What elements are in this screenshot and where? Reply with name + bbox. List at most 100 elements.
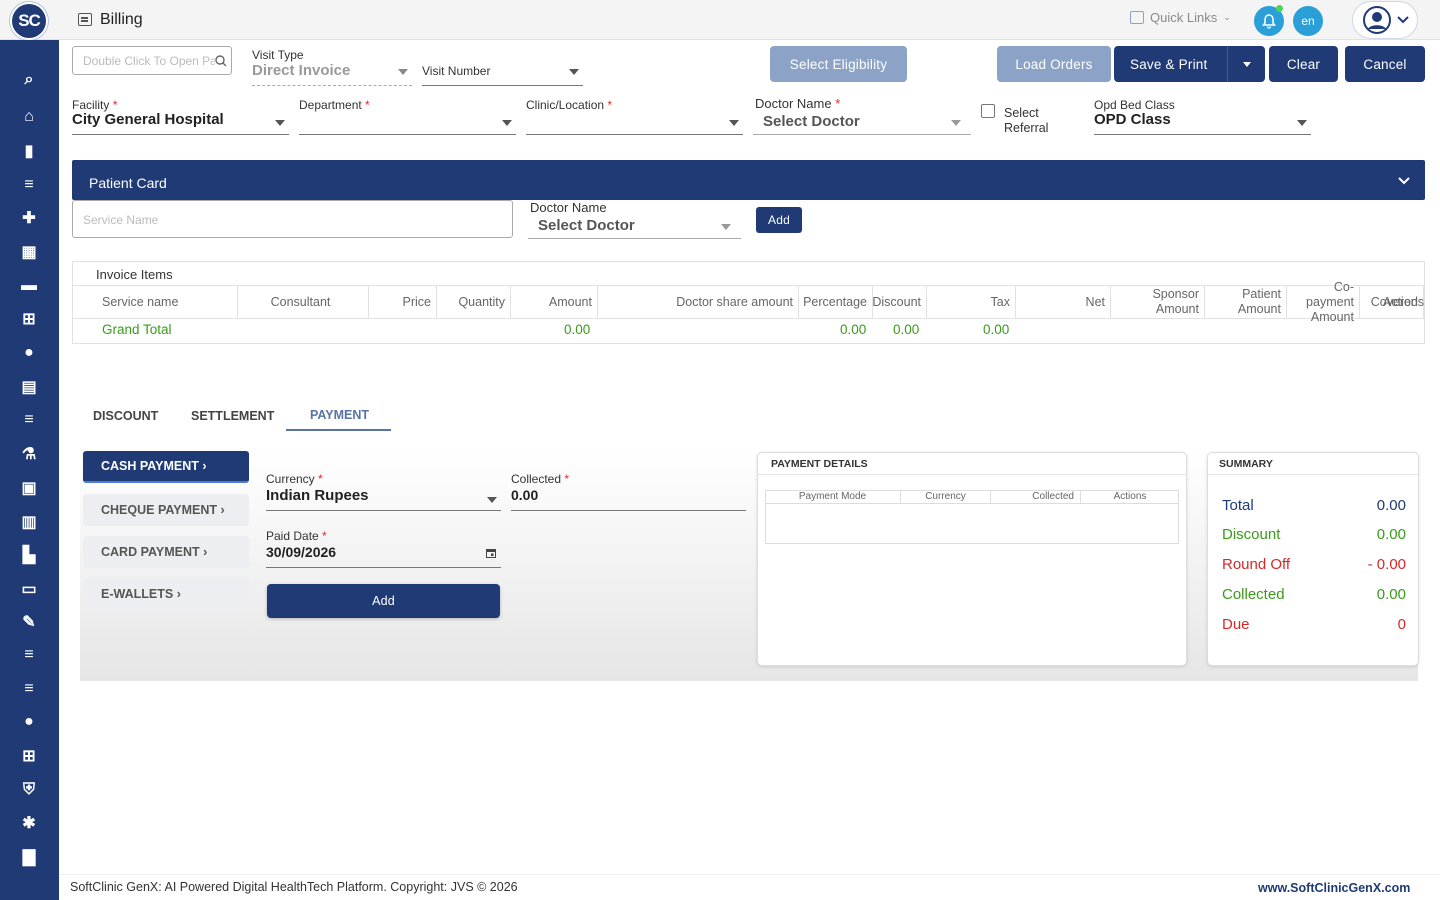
visit-number-label: Visit Number <box>422 64 491 78</box>
plus-square-icon[interactable]: ⊞ <box>17 307 41 331</box>
page-title: Billing <box>100 11 143 28</box>
wrench-icon[interactable]: ✎ <box>17 610 41 634</box>
doctor-value: Select Doctor <box>763 113 860 130</box>
collected-input[interactable]: 0.00 <box>511 487 746 511</box>
bed-class-value: OPD Class <box>1094 111 1171 128</box>
save-print-dropdown[interactable] <box>1227 46 1265 82</box>
collected-label: Collected * <box>511 472 570 486</box>
app-logo[interactable]: SC <box>12 4 46 38</box>
chevron-down-icon <box>502 120 512 126</box>
chevron-down-icon <box>729 120 739 126</box>
service-name-input[interactable]: Service Name <box>72 200 513 238</box>
visit-type-select[interactable]: Direct Invoice <box>252 62 412 86</box>
add-payment-button[interactable]: Add <box>267 584 500 618</box>
language-button[interactable]: en <box>1293 6 1323 36</box>
patient-search-placeholder: Double Click To Open Patient <box>83 54 215 68</box>
summary-label: Collected <box>1222 586 1285 603</box>
patient-search-input[interactable]: Double Click To Open Patient <box>72 46 232 75</box>
summary-title-divider <box>1208 474 1418 475</box>
visit-type-label: Visit Type <box>252 48 304 62</box>
person-icon[interactable]: ● <box>17 341 41 365</box>
patient-card-title: Patient Card <box>89 175 167 191</box>
clear-button[interactable]: Clear <box>1269 46 1338 82</box>
blood-drop-icon[interactable]: ● <box>17 710 41 734</box>
network-icon[interactable]: ✱ <box>17 811 41 835</box>
calendar-icon[interactable] <box>486 548 496 558</box>
shield-icon[interactable]: ⛨ <box>17 778 41 802</box>
currency-value: Indian Rupees <box>266 487 369 504</box>
menu-icon[interactable]: ≡ <box>17 643 41 667</box>
visit-type-value: Direct Invoice <box>252 62 351 79</box>
cancel-button[interactable]: Cancel <box>1345 46 1425 82</box>
home-icon[interactable]: ⌂ <box>17 105 41 129</box>
visit-number-select[interactable]: Visit Number <box>422 62 583 86</box>
bar-chart-icon[interactable]: ▮ <box>17 139 41 163</box>
invoice-column-header: Percentage <box>799 286 873 318</box>
invoice-column-header: Tax <box>927 286 1016 318</box>
summary-title: SUMMARY <box>1219 458 1273 470</box>
chevron-down-icon <box>275 120 285 126</box>
load-orders-button[interactable]: Load Orders <box>997 46 1111 82</box>
grand-total-tax: 0.00 <box>893 322 920 337</box>
doctor-select[interactable]: Select Doctor <box>753 113 971 135</box>
tab-discount[interactable]: DISCOUNT <box>93 409 158 423</box>
paid-date-input[interactable]: 30/09/2026 <box>266 544 501 568</box>
invoice-column-header: Quantity <box>437 286 511 318</box>
cash-payment-button[interactable]: CASH PAYMENT › <box>83 451 249 483</box>
tab-settlement[interactable]: SETTLEMENT <box>191 409 274 423</box>
gift-icon <box>1130 11 1144 24</box>
select-eligibility-button[interactable]: Select Eligibility <box>770 46 907 82</box>
search-icon[interactable]: ⌕ <box>17 68 41 92</box>
briefcase-medical-icon[interactable]: ✚ <box>17 206 41 230</box>
footer-copyright: SoftClinic GenX: AI Powered Digital Heal… <box>70 880 518 894</box>
footer-website-link[interactable]: www.SoftClinicGenX.com <box>1258 881 1410 895</box>
quick-links-button[interactable]: Quick Links ⌄ <box>1130 10 1231 25</box>
bed-class-select[interactable]: OPD Class <box>1094 111 1311 135</box>
document-icon[interactable]: ▤ <box>17 375 41 399</box>
department-select[interactable] <box>299 111 516 135</box>
notification-dot <box>1276 5 1283 12</box>
invoice-column-header: Service name <box>73 286 238 318</box>
menu-icon[interactable]: ≡ <box>17 677 41 701</box>
bed-icon[interactable]: ▬ <box>17 274 41 298</box>
summary-label: Total <box>1222 497 1254 514</box>
payment-details-column-header: Currency <box>901 491 991 503</box>
summary-value: 0.00 <box>1376 586 1406 603</box>
clinic-select[interactable] <box>526 111 743 135</box>
calendar-icon[interactable]: ▦ <box>17 240 41 264</box>
user-menu-button[interactable] <box>1352 1 1418 39</box>
save-print-button[interactable]: Save & Print <box>1114 46 1265 82</box>
devices-icon[interactable]: ▭ <box>17 577 41 601</box>
invoice-column-header: Consultant <box>238 286 369 318</box>
chevron-down-icon <box>569 69 579 75</box>
search-icon <box>215 55 227 67</box>
quick-links-label: Quick Links <box>1150 10 1218 25</box>
grand-total-amount: 0.00 <box>564 322 591 337</box>
service-doctor-select[interactable]: Select Doctor <box>528 217 741 239</box>
book-icon[interactable]: ▥ <box>17 510 41 534</box>
chevron-down-icon <box>1397 16 1409 24</box>
facility-select[interactable]: City General Hospital <box>72 111 289 135</box>
currency-select[interactable]: Indian Rupees <box>266 487 501 511</box>
patient-card-header[interactable]: Patient Card <box>72 160 1425 200</box>
lab-icon[interactable]: ⚗ <box>17 442 41 466</box>
invoice-header-bottom-border <box>73 318 1424 319</box>
chevron-down-icon <box>951 120 961 126</box>
collected-value: 0.00 <box>511 487 539 503</box>
card-payment-button[interactable]: CARD PAYMENT › <box>83 536 249 568</box>
folder-icon[interactable]: ▇ <box>17 845 41 869</box>
cheque-payment-button[interactable]: CHEQUE PAYMENT › <box>83 494 249 526</box>
add-box-icon[interactable]: ⊞ <box>17 744 41 768</box>
building-icon[interactable]: ▙ <box>17 543 41 567</box>
menu-icon[interactable]: ≡ <box>17 173 41 197</box>
summary-value: 0.00 <box>1376 497 1406 514</box>
add-service-button[interactable]: Add <box>756 207 802 233</box>
pharmacy-icon[interactable]: ▣ <box>17 476 41 500</box>
menu-icon[interactable]: ≡ <box>17 408 41 432</box>
e-wallets-button[interactable]: E-WALLETS › <box>83 578 249 610</box>
referral-checkbox[interactable] <box>981 104 995 118</box>
tab-payment[interactable]: PAYMENT <box>310 408 369 422</box>
bell-icon <box>1262 13 1276 29</box>
payment-details-card <box>757 452 1187 666</box>
chevron-down-icon <box>398 69 408 75</box>
